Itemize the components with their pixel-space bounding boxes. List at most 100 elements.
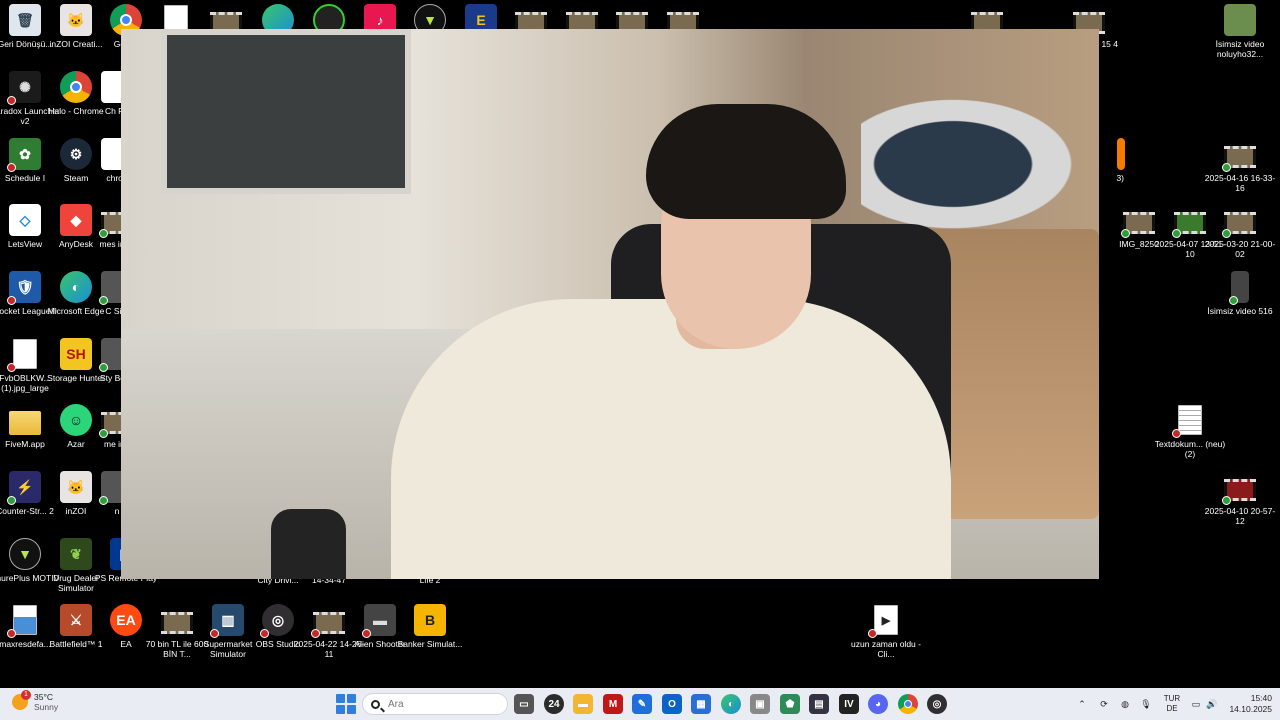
- video-file-icon: [1121, 204, 1155, 238]
- desktop-icon-uzun-zaman-oldu[interactable]: ▶ uzun zaman oldu - Cli...: [850, 604, 922, 659]
- obs-icon: ◎: [260, 604, 294, 638]
- taskbar-discord[interactable]: ◕: [868, 694, 888, 714]
- city-icon: ▤: [814, 698, 824, 710]
- clock[interactable]: 15:40 14.10.2025: [1222, 688, 1272, 720]
- taskbar-shield-app[interactable]: ⬟: [780, 694, 800, 714]
- icon-label: Textdokum... (neu) (2): [1154, 439, 1226, 459]
- video-file-icon: ▶: [868, 604, 902, 638]
- edge-icon: ◐: [727, 698, 735, 710]
- search-input[interactable]: [388, 698, 498, 710]
- video-file-icon: [1222, 471, 1256, 505]
- icon-label: 2025-04-10 20-57-12: [1204, 506, 1276, 526]
- icon-label: İsimsiz video noluyho32...: [1215, 39, 1265, 59]
- weather-temperature: 35°C: [34, 692, 53, 702]
- taskbar-store[interactable]: ▦: [691, 694, 711, 714]
- video-person-hair: [646, 104, 846, 219]
- desktop-icon-isimsiz-video-32[interactable]: İsimsiz video noluyho32...: [1204, 4, 1276, 59]
- image-file-icon: [7, 604, 41, 638]
- store-icon: ▦: [696, 698, 706, 710]
- tray-microphone[interactable]: 🎙: [1138, 688, 1154, 720]
- supermarket-icon: ▥: [210, 604, 244, 638]
- rocket-league-icon: 🛡: [7, 271, 41, 305]
- letsview-icon: ◇: [9, 204, 41, 236]
- taskbar-iv-app[interactable]: IV: [839, 694, 859, 714]
- battlefield-icon: ⚔: [60, 604, 92, 636]
- pen-icon: ✎: [637, 698, 647, 710]
- iv-icon: IV: [844, 698, 854, 710]
- tray-overflow-chevron[interactable]: ⌃: [1074, 688, 1090, 720]
- folder-icon: [9, 404, 41, 436]
- weather-text: 35°C Sunny: [34, 692, 58, 712]
- taskbar-task-view[interactable]: ▭: [514, 694, 534, 714]
- desktop-icon-textdokument[interactable]: Textdokum... (neu) (2): [1154, 404, 1226, 459]
- obs-icon: ◎: [932, 698, 942, 710]
- taskbar-mcafee[interactable]: M: [603, 694, 623, 714]
- video-file-icon: [1229, 271, 1249, 305]
- video-tv-screen: [161, 29, 411, 194]
- chrome-icon: [904, 700, 912, 708]
- language-top: TUR: [1163, 694, 1181, 703]
- video-microphone: [271, 509, 346, 579]
- tray-app-icon: ◍: [1121, 698, 1129, 709]
- icon-label: uzun zaman oldu - Cli...: [851, 639, 921, 659]
- inzoi-cat-icon: 🐱: [60, 4, 92, 36]
- app-icon: [1117, 138, 1125, 170]
- gun-icon: ▬: [362, 604, 396, 638]
- volume-icon: 🔊: [1206, 698, 1218, 709]
- taskbar: 1 35°C Sunny ▭ 24 ▬ M ✎ O ▦ ◐ ▣ ⬟ ▤ IV ◕…: [0, 688, 1280, 720]
- video-player-window[interactable]: [121, 29, 1099, 579]
- leaf-icon: ✿: [7, 138, 41, 172]
- taskbar-app-24[interactable]: 24: [544, 694, 564, 714]
- chevron-up-icon: ⌃: [1078, 698, 1086, 709]
- icon-label: Banker Simulat...: [397, 639, 463, 649]
- icon-label: 2025-04-16 16-33-16: [1204, 173, 1276, 193]
- desktop-icon-isimsiz-video-516[interactable]: İsimsiz video 516: [1204, 271, 1276, 316]
- paradox-icon: ✺: [7, 71, 41, 105]
- photos-icon: ▣: [755, 698, 765, 710]
- desktop: 🗑 Geri Dönüşü... ✺ Paradox Launcher v2 ✿…: [0, 0, 1280, 688]
- video-file-icon: [1222, 138, 1256, 172]
- tray-volume[interactable]: 🔊: [1204, 688, 1220, 720]
- taskbar-chrome[interactable]: [898, 694, 918, 714]
- outlook-icon: O: [668, 698, 676, 710]
- taskbar-outlook[interactable]: O: [662, 694, 682, 714]
- language-bottom: DE: [1166, 704, 1178, 713]
- clock-time: 15:40: [1250, 693, 1272, 703]
- taskbar-city-app[interactable]: ▤: [809, 694, 829, 714]
- desktop-icon-video-2025-04-10[interactable]: 2025-04-10 20-57-12: [1204, 471, 1276, 526]
- desktop-icon-banker-simulator[interactable]: B Banker Simulat...: [394, 604, 466, 649]
- taskbar-photos[interactable]: ▣: [750, 694, 770, 714]
- taskbar-edge[interactable]: ◐: [721, 694, 741, 714]
- tray-sync[interactable]: ⟳: [1096, 688, 1112, 720]
- tray-network[interactable]: ▭: [1188, 688, 1204, 720]
- video-bags: [861, 89, 1091, 239]
- windows-logo-icon: [336, 694, 345, 703]
- desktop-icon-video-2025-03-20[interactable]: 2025-03-20 21-00-02: [1204, 204, 1276, 259]
- banker-icon: B: [414, 604, 446, 636]
- windows-logo-icon: [347, 705, 356, 714]
- tray-app[interactable]: ◍: [1117, 688, 1133, 720]
- taskbar-pen-app[interactable]: ✎: [632, 694, 652, 714]
- windows-logo-icon: [336, 705, 345, 714]
- sun-icon: 1: [12, 690, 31, 710]
- shield-icon: ⬟: [785, 698, 795, 710]
- task-view-icon: ▭: [519, 698, 529, 710]
- language-indicator[interactable]: TUR DE: [1160, 688, 1184, 720]
- taskbar-file-explorer[interactable]: ▬: [573, 694, 593, 714]
- taskbar-search[interactable]: [362, 693, 508, 715]
- clock-date: 14.10.2025: [1229, 704, 1272, 714]
- start-button[interactable]: [336, 694, 356, 714]
- video-file-icon: [161, 604, 193, 636]
- ea-icon: EA: [110, 604, 142, 636]
- icon-label: İsimsiz video 516: [1207, 306, 1273, 316]
- video-file-icon: [1224, 4, 1256, 36]
- search-icon: [371, 699, 380, 709]
- video-person-shirt: [391, 299, 951, 579]
- taskbar-obs[interactable]: ◎: [927, 694, 947, 714]
- icon-label: 2025-03-20 21-00-02: [1204, 239, 1276, 259]
- mcafee-icon: M: [608, 698, 618, 710]
- desktop-icon-video-2025-04-16[interactable]: 2025-04-16 16-33-16: [1204, 138, 1276, 193]
- weather-widget[interactable]: 1 35°C Sunny: [12, 690, 58, 712]
- text-file-icon: [1172, 404, 1206, 438]
- shure-icon: ▼: [9, 538, 41, 570]
